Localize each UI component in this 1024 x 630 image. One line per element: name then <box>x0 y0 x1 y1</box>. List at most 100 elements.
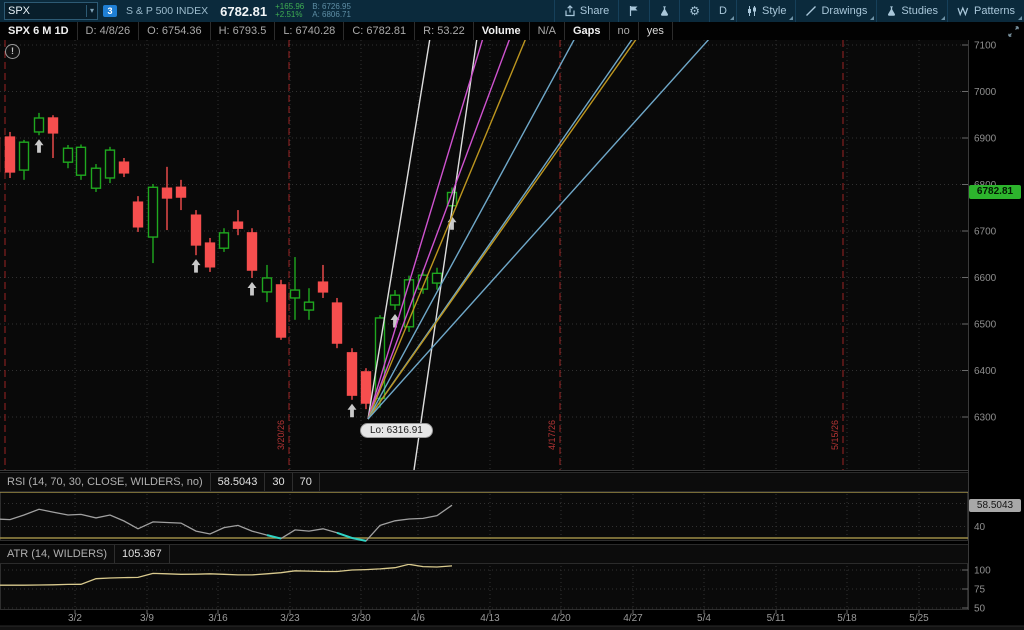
trendline-icon <box>805 5 817 17</box>
ohlc-date: D: 4/8/26 <box>78 22 140 40</box>
timeframe-label: D <box>719 5 727 17</box>
rsi-axis-badge: 58.5043 <box>969 499 1021 512</box>
gear-icon: ⚙ <box>689 5 700 17</box>
gaps-label: Gaps <box>565 22 610 40</box>
ohlc-range: R: 53.22 <box>415 22 474 40</box>
symbol-select[interactable]: SPX ▾ <box>4 2 98 20</box>
date-tick-label: 3/16 <box>208 613 228 624</box>
low-price-label: Lo: 6316.91 <box>360 423 433 438</box>
expiration-date-label: 4/17/26 <box>547 420 557 450</box>
candle-style-icon <box>746 5 758 17</box>
chart-toolbar: Share ⚙ D <box>554 0 1024 22</box>
price-tick-label: 6500 <box>974 320 997 331</box>
ask-value: A: 6806.71 <box>312 11 351 19</box>
drawings-button[interactable]: Drawings <box>795 0 876 22</box>
rsi-header: RSI (14, 70, 30, CLOSE, WILDERS, no) 58.… <box>0 472 968 492</box>
price-tick-label: 6400 <box>974 366 997 377</box>
timeframe-button[interactable]: D <box>709 0 736 22</box>
atr-label[interactable]: ATR (14, WILDERS) <box>0 545 115 563</box>
symbol-value: SPX <box>8 5 86 17</box>
atr-tick-label: 100 <box>974 566 991 577</box>
change-percent: +2.51% <box>275 11 304 19</box>
flag-icon <box>628 5 640 17</box>
candle <box>106 147 115 183</box>
price-tick-label: 6600 <box>974 273 997 284</box>
rsi-pane[interactable] <box>0 490 968 541</box>
atr-header: ATR (14, WILDERS) 105.367 <box>0 544 968 564</box>
patterns-button[interactable]: Patterns <box>947 0 1024 22</box>
candle <box>134 196 143 232</box>
expiration-date-label: 3/20/26 <box>276 420 286 450</box>
date-axis[interactable]: 3/2 3/9 3/16 3/23 3/30 4/6 4/13 4/20 4/27 5/4 5/11… <box>68 610 929 624</box>
axis-scale-icon[interactable] <box>999 22 1024 40</box>
candle <box>362 368 371 409</box>
studies-button[interactable]: Studies <box>876 0 947 22</box>
chart-body[interactable]: 7100700069006800670066006500640063003/20… <box>0 40 1024 630</box>
atr-tick-label: 50 <box>974 604 986 615</box>
candle <box>77 145 86 180</box>
share-button[interactable]: Share <box>554 0 618 22</box>
expiration-date-label: 5/15/26 <box>830 420 840 450</box>
rsi-value: 58.5043 <box>211 473 266 491</box>
date-tick-label: 5/4 <box>697 613 711 624</box>
atr-tick-label: 75 <box>974 585 986 596</box>
chevron-down-icon[interactable]: ▾ <box>86 5 94 17</box>
date-tick-label: 4/6 <box>411 613 425 624</box>
date-tick-label: 5/11 <box>767 613 786 624</box>
candle <box>92 164 101 192</box>
symbol-description: S & P 500 INDEX <box>126 5 208 17</box>
alerts-button[interactable] <box>618 0 649 22</box>
bid-ask: B: 6726.95 A: 6806.71 <box>312 3 351 19</box>
rsi-label[interactable]: RSI (14, 70, 30, CLOSE, WILDERS, no) <box>0 473 211 491</box>
price-tick-label: 6900 <box>974 134 997 145</box>
chart-canvas[interactable]: 7100700069006800670066006500640063003/20… <box>0 40 1024 630</box>
date-tick-label: 4/27 <box>623 613 643 624</box>
price-tick-label: 7100 <box>974 41 997 52</box>
chart-title: SPX 6 M 1D <box>0 22 78 40</box>
rsi-lower-band-badge[interactable]: 30 <box>265 473 292 491</box>
candle <box>206 238 215 272</box>
rsi-tick-label: 40 <box>974 522 986 533</box>
date-tick-label: 5/25 <box>909 613 929 624</box>
info-icon[interactable]: ! <box>5 44 20 59</box>
thinkorswim-chart-window: SPX ▾ 3 S & P 500 INDEX 6782.81 +165.96 … <box>0 0 1024 630</box>
candle <box>277 280 286 340</box>
settings-button[interactable]: ⚙ <box>679 0 709 22</box>
last-price: 6782.81 <box>220 4 267 19</box>
price-tick-label: 7000 <box>974 87 997 98</box>
candle <box>6 132 15 178</box>
top-toolbar: SPX ▾ 3 S & P 500 INDEX 6782.81 +165.96 … <box>0 0 1024 23</box>
style-button[interactable]: Style <box>736 0 795 22</box>
rsi-upper-band-badge[interactable]: 70 <box>293 473 320 491</box>
gaps-yes-toggle[interactable]: yes <box>639 22 673 40</box>
bottom-strip <box>0 626 1024 630</box>
date-tick-label: 4/13 <box>480 613 500 624</box>
price-tick-label: 6300 <box>974 413 997 424</box>
date-tick-label: 3/23 <box>280 613 300 624</box>
ondemand-button[interactable] <box>649 0 679 22</box>
last-price-axis-badge: 6782.81 <box>969 185 1021 199</box>
share-icon <box>564 5 576 17</box>
flask-icon <box>659 5 670 17</box>
date-tick-label: 4/20 <box>551 613 571 624</box>
volume-label: Volume <box>474 22 530 40</box>
candle <box>348 348 357 400</box>
ohlc-header-bar: SPX 6 M 1D D: 4/8/26 O: 6754.36 H: 6793.… <box>0 22 1024 41</box>
date-tick-label: 3/2 <box>68 613 82 624</box>
candle <box>248 228 257 278</box>
ohlc-low: L: 6740.28 <box>275 22 344 40</box>
atr-pane[interactable] <box>0 562 968 610</box>
messages-badge[interactable]: 3 <box>103 5 117 17</box>
ohlc-open: O: 6754.36 <box>139 22 210 40</box>
ohlc-high: H: 6793.5 <box>211 22 276 40</box>
gaps-no-toggle[interactable]: no <box>610 22 639 40</box>
date-tick-label: 3/30 <box>351 613 371 624</box>
ohlc-close: C: 6782.81 <box>344 22 415 40</box>
price-tick-label: 6700 <box>974 227 997 238</box>
atr-value: 105.367 <box>115 545 170 563</box>
volume-value: N/A <box>530 22 565 40</box>
candle <box>333 298 342 348</box>
date-tick-label: 3/9 <box>140 613 154 624</box>
date-tick-label: 5/18 <box>837 613 857 624</box>
flask-icon <box>886 5 897 17</box>
